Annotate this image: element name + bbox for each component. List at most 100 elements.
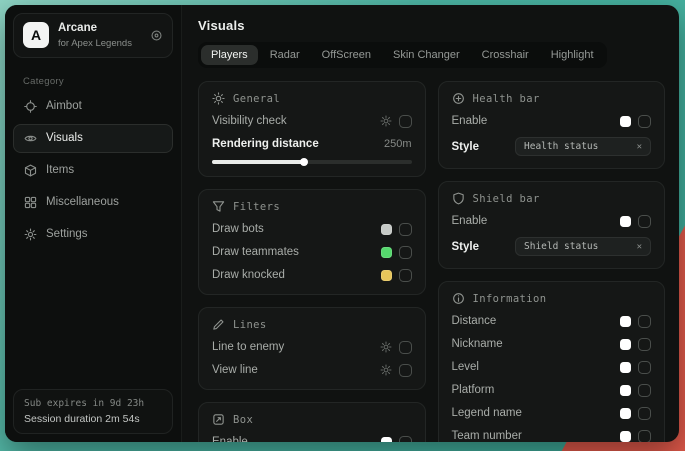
- sidebar-item-icon: [24, 164, 37, 177]
- tab-radar[interactable]: Radar: [260, 45, 310, 65]
- close-icon[interactable]: ✕: [637, 242, 642, 252]
- color-swatch[interactable]: [381, 437, 392, 443]
- slider-setting-rendering-distance: Rendering distance 250m: [212, 137, 412, 164]
- tab-offscreen[interactable]: OffScreen: [312, 45, 381, 65]
- card-header: Box: [212, 413, 412, 426]
- checkbox[interactable]: [399, 269, 412, 282]
- color-swatch[interactable]: [620, 116, 631, 127]
- style-select[interactable]: Shield status ✕: [515, 237, 651, 256]
- tab-skin-changer[interactable]: Skin Changer: [383, 45, 470, 65]
- card-rows: Visibility check Rendering distance 250m: [212, 114, 412, 164]
- card-icon: [452, 292, 465, 305]
- style-select-value: Health status: [524, 141, 598, 152]
- settings-column-left: General Visibility check Rendering dista…: [198, 81, 426, 442]
- checkbox[interactable]: [399, 246, 412, 259]
- row-view-line: View line: [212, 363, 412, 377]
- color-swatch[interactable]: [620, 216, 631, 227]
- color-swatch[interactable]: [620, 408, 631, 419]
- row-enable: Enable: [212, 435, 412, 442]
- checkbox[interactable]: [399, 115, 412, 128]
- card-rows: Enable Style Health status ✕: [452, 114, 652, 156]
- setting-label: Style: [452, 241, 480, 253]
- setting-controls: [381, 436, 412, 443]
- checkbox[interactable]: [638, 430, 651, 443]
- setting-controls: [381, 246, 412, 259]
- checkbox[interactable]: [638, 115, 651, 128]
- card-rows: Draw bots Draw teammates Draw knocked: [212, 222, 412, 282]
- color-swatch[interactable]: [381, 270, 392, 281]
- checkbox[interactable]: [638, 407, 651, 420]
- row-draw-bots: Draw bots: [212, 222, 412, 236]
- color-swatch[interactable]: [620, 362, 631, 373]
- color-swatch[interactable]: [620, 385, 631, 396]
- app-logo: A: [23, 22, 49, 48]
- card-header: Shield bar: [452, 192, 652, 205]
- setting-controls: [620, 215, 651, 228]
- color-swatch[interactable]: [381, 247, 392, 258]
- checkbox[interactable]: [638, 361, 651, 374]
- row-settings-gear-icon[interactable]: [380, 115, 392, 127]
- style-select[interactable]: Health status ✕: [515, 137, 651, 156]
- row-platform: Platform: [452, 383, 652, 397]
- card-title: Lines: [233, 319, 267, 331]
- app-name: Arcane: [58, 22, 132, 36]
- app-subtitle: for Apex Legends: [58, 38, 132, 49]
- checkbox[interactable]: [399, 341, 412, 354]
- color-swatch[interactable]: [620, 339, 631, 350]
- setting-label: Style: [452, 141, 480, 153]
- setting-controls: [620, 384, 651, 397]
- checkbox[interactable]: [399, 436, 412, 443]
- card-title: Box: [233, 414, 253, 426]
- row-settings-gear-icon[interactable]: [380, 364, 392, 376]
- sidebar-item-label: Miscellaneous: [46, 196, 119, 208]
- setting-label: Line to enemy: [212, 341, 284, 353]
- card-box: Box Enable Enable background: [198, 402, 426, 442]
- card-header: General: [212, 92, 412, 105]
- row-visibility-check: Visibility check: [212, 114, 412, 128]
- sidebar-item-settings[interactable]: Settings: [13, 220, 173, 249]
- card-header: Filters: [212, 200, 412, 213]
- sidebar-item-visuals[interactable]: Visuals: [13, 124, 173, 153]
- setting-controls: [620, 315, 651, 328]
- sidebar-item-icon: [24, 132, 37, 145]
- settings-column-right: Health bar Enable Style Health status ✕ …: [438, 81, 666, 442]
- sidebar-item-aimbot[interactable]: Aimbot: [13, 92, 173, 121]
- card-general: General Visibility check Rendering dista…: [198, 81, 426, 177]
- slider-handle[interactable]: [300, 158, 308, 166]
- card-icon: [212, 92, 225, 105]
- checkbox[interactable]: [399, 364, 412, 377]
- checkbox[interactable]: [638, 338, 651, 351]
- close-icon[interactable]: ✕: [637, 142, 642, 152]
- checkbox[interactable]: [638, 215, 651, 228]
- sidebar-nav: Aimbot Visuals Items Miscellaneous Setti…: [5, 92, 181, 249]
- sidebar-item-miscellaneous[interactable]: Miscellaneous: [13, 188, 173, 217]
- checkbox[interactable]: [638, 384, 651, 397]
- row-level: Level: [452, 360, 652, 374]
- slider-track[interactable]: [212, 160, 412, 164]
- sidebar-item-label: Settings: [46, 228, 88, 240]
- tab-crosshair[interactable]: Crosshair: [472, 45, 539, 65]
- sidebar-item-items[interactable]: Items: [13, 156, 173, 185]
- row-settings-gear-icon[interactable]: [380, 341, 392, 353]
- app-window: A Arcane for Apex Legends Category Aimbo…: [5, 5, 679, 442]
- color-swatch[interactable]: [620, 431, 631, 442]
- setting-label: Legend name: [452, 407, 522, 419]
- tab-highlight[interactable]: Highlight: [541, 45, 604, 65]
- tab-players[interactable]: Players: [201, 45, 258, 65]
- card-icon: [452, 92, 465, 105]
- card-rows: Enable Enable background: [212, 435, 412, 442]
- row-nickname: Nickname: [452, 337, 652, 351]
- target-icon[interactable]: [150, 29, 163, 42]
- sidebar-item-icon: [24, 196, 37, 209]
- session-duration: Session duration 2m 54s: [24, 413, 162, 425]
- row-style: Style Health status ✕: [452, 137, 652, 156]
- card-rows: Enable Style Shield status ✕: [452, 214, 652, 256]
- app-header-card: A Arcane for Apex Legends: [13, 13, 173, 58]
- setting-controls: [620, 115, 651, 128]
- setting-label: Enable: [452, 115, 488, 127]
- color-swatch[interactable]: [620, 316, 631, 327]
- card-rows: Distance Nickname Level Platform Legend …: [452, 314, 652, 442]
- color-swatch[interactable]: [381, 224, 392, 235]
- checkbox[interactable]: [399, 223, 412, 236]
- checkbox[interactable]: [638, 315, 651, 328]
